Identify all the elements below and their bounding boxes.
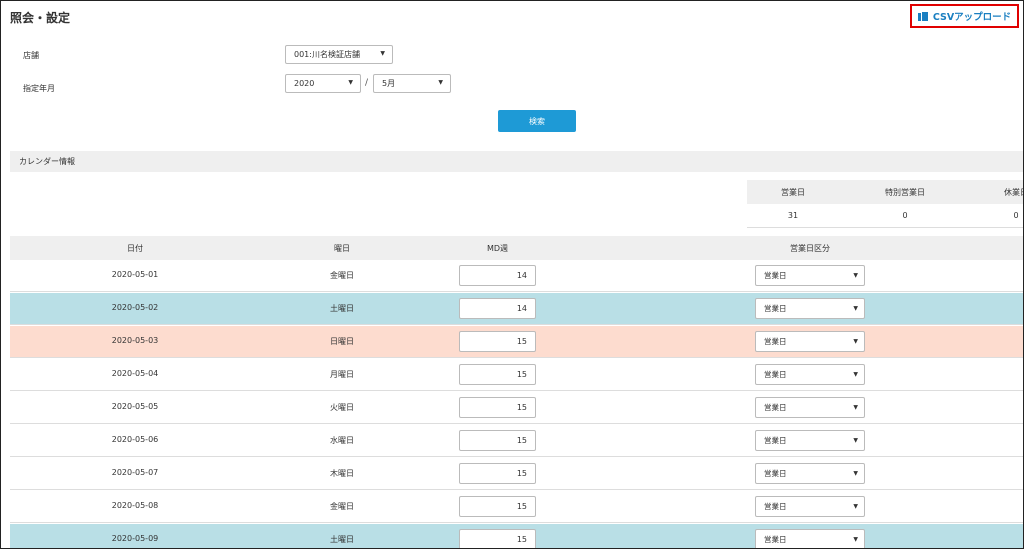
table-row: 2020-05-03 日曜日 15 営業日 ▼ — [10, 326, 1023, 358]
column-header-business-type: 営業日区分 — [790, 244, 830, 253]
caret-down-icon: ▼ — [853, 371, 858, 378]
row-weekday: 金曜日 — [330, 271, 354, 280]
row-date: 2020-05-04 — [111, 369, 159, 378]
business-type-value: 営業日 — [764, 403, 787, 412]
row-weekday: 火曜日 — [330, 403, 354, 412]
summary-business-days-count: 31 — [787, 211, 799, 220]
caret-down-icon: ▼ — [380, 50, 385, 57]
business-type-value: 営業日 — [764, 337, 787, 346]
business-type-select[interactable]: 営業日 ▼ — [755, 331, 865, 352]
summary-holidays-count: 0 — [1013, 211, 1019, 220]
summary-values: 31 0 0 — [747, 204, 1023, 228]
caret-down-icon: ▼ — [853, 272, 858, 279]
business-type-value: 営業日 — [764, 469, 787, 478]
row-weekday: 金曜日 — [330, 502, 354, 511]
row-date: 2020-05-09 — [111, 534, 159, 543]
year-month-separator: / — [365, 78, 369, 88]
column-header-weekday: 曜日 — [334, 244, 350, 253]
table-row: 2020-05-04 月曜日 15 営業日 ▼ — [10, 359, 1023, 391]
md-week-input[interactable]: 15 — [459, 397, 536, 418]
business-type-select[interactable]: 営業日 ▼ — [755, 298, 865, 319]
caret-down-icon: ▼ — [853, 404, 858, 411]
year-select-value: 2020 — [294, 79, 315, 88]
csv-upload-label: CSVアップロード — [932, 12, 1012, 23]
store-label: 店舗 — [23, 51, 39, 60]
business-type-select[interactable]: 営業日 ▼ — [755, 364, 865, 385]
md-week-input[interactable]: 15 — [459, 463, 536, 484]
business-type-select[interactable]: 営業日 ▼ — [755, 496, 865, 517]
md-week-input[interactable]: 15 — [459, 331, 536, 352]
app-window: 照会・設定 CSVアップロード 店舗 001:川名検証店舗 ▼ 指定年月 202… — [0, 0, 1024, 549]
row-date: 2020-05-06 — [111, 435, 159, 444]
md-week-input[interactable]: 15 — [459, 364, 536, 385]
row-date: 2020-05-05 — [111, 402, 159, 411]
summary-header-holidays: 休業日 — [1004, 188, 1023, 197]
row-weekday: 土曜日 — [330, 535, 354, 544]
row-date: 2020-05-08 — [111, 501, 159, 510]
table-row: 2020-05-08 金曜日 15 営業日 ▼ — [10, 491, 1023, 523]
calendar-section-header: カレンダー情報 — [10, 151, 1023, 172]
calendar-table-header: 日付 曜日 MD週 営業日区分 — [10, 236, 1023, 260]
business-type-value: 営業日 — [764, 502, 787, 511]
caret-down-icon: ▼ — [348, 79, 353, 86]
business-type-select[interactable]: 営業日 ▼ — [755, 529, 865, 548]
business-type-select[interactable]: 営業日 ▼ — [755, 397, 865, 418]
table-row: 2020-05-01 金曜日 14 営業日 ▼ — [10, 260, 1023, 292]
row-weekday: 月曜日 — [330, 370, 354, 379]
page-title: 照会・設定 — [10, 11, 71, 25]
md-week-input[interactable]: 14 — [459, 265, 536, 286]
column-header-date: 日付 — [127, 244, 143, 253]
md-week-input[interactable]: 15 — [459, 430, 536, 451]
caret-down-icon: ▼ — [853, 470, 858, 477]
row-weekday: 日曜日 — [330, 337, 354, 346]
business-type-select[interactable]: 営業日 ▼ — [755, 265, 865, 286]
md-week-input[interactable]: 15 — [459, 496, 536, 517]
business-type-value: 営業日 — [764, 535, 787, 544]
table-row: 2020-05-07 木曜日 15 営業日 ▼ — [10, 458, 1023, 490]
business-type-value: 営業日 — [764, 271, 787, 280]
year-select[interactable]: 2020 ▼ — [285, 74, 361, 93]
summary-header: 営業日 特別営業日 休業日 — [747, 180, 1023, 204]
row-date: 2020-05-02 — [111, 303, 159, 312]
calendar-section-title: カレンダー情報 — [19, 157, 75, 166]
table-row: 2020-05-02 土曜日 14 営業日 ▼ — [10, 293, 1023, 325]
row-weekday: 木曜日 — [330, 469, 354, 478]
search-button[interactable]: 検索 — [498, 110, 576, 132]
row-weekday: 土曜日 — [330, 304, 354, 313]
business-type-value: 営業日 — [764, 304, 787, 313]
business-type-value: 営業日 — [764, 370, 787, 379]
table-row: 2020-05-05 火曜日 15 営業日 ▼ — [10, 392, 1023, 424]
summary-special-days-count: 0 — [902, 211, 908, 220]
store-select-value: 001:川名検証店舗 — [294, 50, 360, 59]
caret-down-icon: ▼ — [853, 536, 858, 543]
month-select-value: 5月 — [382, 79, 396, 88]
table-row: 2020-05-09 土曜日 15 営業日 ▼ — [10, 524, 1023, 548]
business-type-select[interactable]: 営業日 ▼ — [755, 430, 865, 451]
business-type-value: 営業日 — [764, 436, 787, 445]
caret-down-icon: ▼ — [853, 503, 858, 510]
summary-header-business-days: 営業日 — [781, 188, 805, 197]
column-header-md-week: MD週 — [486, 244, 509, 253]
caret-down-icon: ▼ — [438, 79, 443, 86]
csv-upload-button[interactable]: CSVアップロード — [910, 4, 1019, 28]
store-select[interactable]: 001:川名検証店舗 ▼ — [285, 45, 393, 64]
summary-header-special-days: 特別営業日 — [885, 188, 925, 197]
business-type-select[interactable]: 営業日 ▼ — [755, 463, 865, 484]
caret-down-icon: ▼ — [853, 305, 858, 312]
caret-down-icon: ▼ — [853, 338, 858, 345]
row-date: 2020-05-01 — [111, 270, 159, 279]
row-date: 2020-05-07 — [111, 468, 159, 477]
caret-down-icon: ▼ — [853, 437, 858, 444]
document-copy-icon — [917, 10, 929, 22]
row-date: 2020-05-03 — [111, 336, 159, 345]
md-week-input[interactable]: 14 — [459, 298, 536, 319]
row-weekday: 水曜日 — [330, 436, 354, 445]
period-label: 指定年月 — [23, 84, 55, 93]
month-select[interactable]: 5月 ▼ — [373, 74, 451, 93]
table-row: 2020-05-06 水曜日 15 営業日 ▼ — [10, 425, 1023, 457]
md-week-input[interactable]: 15 — [459, 529, 536, 548]
